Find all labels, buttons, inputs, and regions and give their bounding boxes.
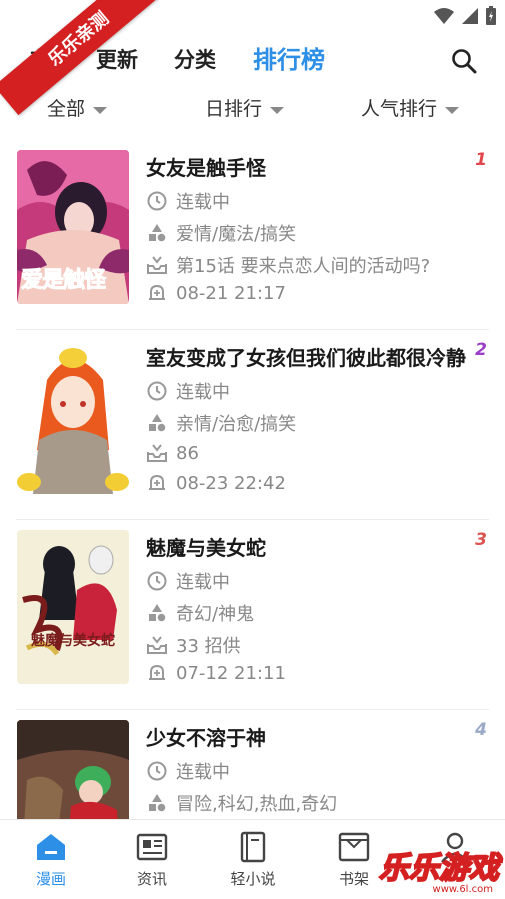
shapes-icon	[149, 794, 166, 812]
cover-title: 魅魔与美女蛇	[31, 633, 115, 649]
clock-icon	[147, 381, 167, 401]
item-status: 连载中	[146, 188, 230, 214]
inbox-icon	[147, 636, 167, 654]
status-text: 连载中	[176, 382, 230, 403]
filter-period[interactable]: 日排行	[205, 90, 285, 128]
nav-label: 漫画	[35, 870, 66, 888]
rank-badge: 1	[475, 150, 487, 170]
genres-text: 亲情/治愈/搞笑	[176, 414, 297, 435]
book-icon	[240, 831, 266, 863]
latest-chapter-text: 33 招供	[176, 636, 241, 657]
item-genres: 奇幻/神鬼	[146, 600, 254, 626]
item-title: 女友是触手怪	[146, 156, 266, 180]
rank-badge: 2	[475, 340, 487, 360]
cover-image: 爱是触怪	[17, 150, 129, 304]
nav-item-comics[interactable]: 漫画	[11, 830, 91, 889]
nav-label: 资讯	[136, 870, 167, 888]
home-icon	[37, 834, 65, 860]
filter-bar: 全部 日排行 人气排行	[0, 90, 505, 128]
nav-item-news[interactable]: 资讯	[112, 830, 192, 889]
tab-categories[interactable]: 分类	[174, 40, 216, 80]
item-genres: 爱情/魔法/搞笑	[146, 220, 296, 246]
tab-rankings[interactable]: 排行榜	[253, 40, 325, 80]
updated-time-text: 07-12 21:11	[176, 662, 286, 684]
latest-chapter-text: 第15话 要来点恋人间的活动吗?	[176, 256, 431, 277]
updated-time-text: 08-23 22:42	[176, 472, 286, 494]
item-status: 连载中	[146, 758, 230, 784]
shapes-icon	[149, 224, 166, 242]
clock-icon	[147, 761, 167, 781]
item-status: 连载中	[146, 378, 230, 404]
clock-icon	[147, 191, 167, 211]
filter-sort-label: 人气排行	[361, 98, 438, 120]
item-genres: 冒险,科幻,热血,奇幻	[146, 790, 337, 816]
cover-title: 爱是触怪	[21, 268, 107, 294]
item-updated: 07-12 21:11	[146, 662, 286, 684]
shapes-icon	[149, 414, 166, 432]
bell-plus-icon	[149, 664, 165, 680]
bell-plus-icon	[149, 474, 165, 490]
bookshelf-icon	[338, 832, 370, 862]
item-latest: 86	[146, 442, 199, 464]
tab-updates[interactable]: 更新	[96, 40, 138, 80]
nav-label: 轻小说	[230, 870, 276, 888]
filter-sort[interactable]: 人气排行	[361, 90, 460, 128]
filter-period-label: 日排行	[205, 98, 263, 120]
shapes-icon	[149, 604, 166, 622]
status-text: 连载中	[176, 762, 230, 783]
rank-badge: 4	[475, 720, 487, 740]
updated-time-text: 08-21 21:17	[176, 282, 286, 304]
filter-scope[interactable]: 全部	[47, 90, 108, 128]
genres-text: 冒险,科幻,热血,奇幻	[176, 794, 338, 815]
inbox-icon	[147, 256, 167, 274]
signal-icon	[462, 8, 478, 24]
nav-item-novels[interactable]: 轻小说	[213, 830, 293, 889]
filter-scope-label: 全部	[47, 98, 86, 120]
status-text: 连载中	[176, 192, 230, 213]
status-text: 连载中	[176, 572, 230, 593]
wifi-icon	[434, 8, 454, 24]
rank-badge: 3	[475, 530, 487, 550]
item-title: 少女不溶于神	[146, 726, 266, 750]
news-icon	[136, 833, 168, 861]
battery-icon	[486, 6, 496, 25]
clock-icon	[147, 571, 167, 591]
chevron-down-icon	[445, 106, 460, 114]
cover-image	[17, 340, 129, 494]
item-latest: 33 招供	[146, 632, 241, 658]
list-item[interactable]: 室友变成了女孩但我们彼此都很冷静 连载中 亲情/治愈/搞笑 86 08-23 2…	[0, 330, 505, 520]
cover-image: 魅魔与美女蛇	[17, 530, 129, 684]
genres-text: 爱情/魔法/搞笑	[176, 224, 297, 245]
status-icons	[433, 6, 497, 26]
item-genres: 亲情/治愈/搞笑	[146, 410, 296, 436]
inbox-icon	[147, 444, 167, 462]
item-title: 室友变成了女孩但我们彼此都很冷静	[146, 346, 466, 370]
bell-plus-icon	[149, 284, 165, 300]
item-status: 连载中	[146, 568, 230, 594]
search-icon[interactable]	[451, 48, 477, 74]
list-item[interactable]: 魅魔与美女蛇 魅魔与美女蛇 连载中 奇幻/神鬼 33 招供 07-12 21:1…	[0, 520, 505, 710]
item-title: 魅魔与美女蛇	[146, 536, 266, 560]
item-updated: 08-21 21:17	[146, 282, 286, 304]
watermark-url: www.6l.com	[432, 884, 493, 895]
genres-text: 奇幻/神鬼	[176, 604, 255, 625]
watermark-logo: 乐乐游戏	[378, 850, 500, 887]
chevron-down-icon	[270, 106, 285, 114]
chevron-down-icon	[93, 106, 108, 114]
latest-chapter-text: 86	[176, 442, 199, 464]
list-item[interactable]: 爱是触怪 女友是触手怪 连载中 爱情/魔法/搞笑 第15话 要来点恋人间的活动吗…	[0, 140, 505, 330]
item-latest: 第15话 要来点恋人间的活动吗?	[146, 252, 430, 278]
item-updated: 08-23 22:42	[146, 472, 286, 494]
